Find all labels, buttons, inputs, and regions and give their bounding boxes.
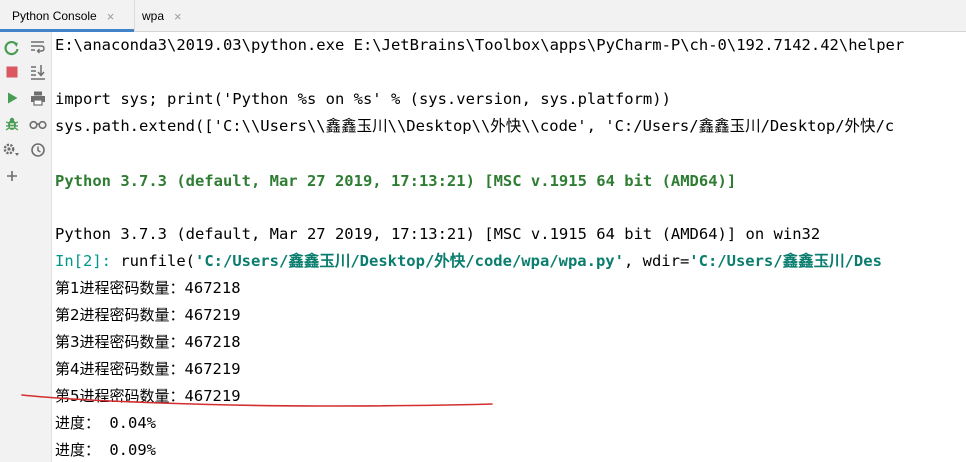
close-icon[interactable]: × [174,9,182,24]
rerun-icon[interactable] [2,38,22,58]
count-value: 467219 [184,387,241,405]
console-prompt: In[2]: [55,252,111,270]
runfile-path: 'C:/Users/鑫鑫玉川/Desktop/外快/code/wpa/wpa.p… [195,252,624,270]
count-label: 第1进程密码数量： [55,279,185,297]
console-line-runfile: In[2]: runfile('C:/Users/鑫鑫玉川/Desktop/外快… [55,250,882,272]
console-line-path-extend: sys.path.extend(['C:\\Users\\鑫鑫玉川\\Deskt… [55,117,895,135]
tab-bar: Python Console × wpa × [0,0,966,32]
progress-label: 进度： [55,441,101,459]
left-toolbar [0,32,24,462]
progress-label: 进度： [55,414,101,432]
tab-label: wpa [142,9,165,23]
tab-label: Python Console [12,9,97,23]
count-value: 467218 [184,279,241,297]
count-value: 467219 [184,360,241,378]
settings-icon[interactable] [0,140,22,160]
progress-value: 0.09% [100,441,157,459]
runfile-wdir-path: 'C:/Users/鑫鑫玉川/Des [689,252,882,270]
count-value: 467219 [184,306,241,324]
count-line: 第5进程密码数量：467219 [55,385,241,407]
console-output[interactable]: E:\anaconda3\2019.03\python.exe E:\JetBr… [55,32,966,462]
history-icon[interactable] [28,140,48,160]
count-value: 467218 [184,333,241,351]
console-line-python-info: Python 3.7.3 (default, Mar 27 2019, 17:1… [55,225,821,243]
debug-icon[interactable] [2,114,22,134]
count-label: 第4进程密码数量： [55,360,185,378]
count-label: 第5进程密码数量： [55,387,185,405]
run-icon[interactable] [2,88,22,108]
count-line: 第1进程密码数量：467218 [55,277,241,299]
tab-python-console[interactable]: Python Console × [0,0,134,32]
console-line-python-version: Python 3.7.3 (default, Mar 27 2019, 17:1… [55,172,737,190]
close-icon[interactable]: × [107,9,115,24]
count-line: 第4进程密码数量：467219 [55,358,241,380]
print-icon[interactable] [28,88,48,108]
tab-wpa[interactable]: wpa × [134,0,200,32]
console-line-import: import sys; print('Python %s on %s' % (s… [55,90,671,108]
show-variables-icon[interactable] [28,114,48,134]
runfile-call: runfile( [111,252,195,270]
progress-line: 进度： 0.04% [55,412,156,434]
console-line-command: E:\anaconda3\2019.03\python.exe E:\JetBr… [55,36,905,54]
progress-value: 0.04% [100,414,157,432]
stop-icon[interactable] [2,62,22,82]
scroll-to-end-icon[interactable] [28,62,48,82]
console-toolbar [24,32,52,462]
count-line: 第3进程密码数量：467218 [55,331,241,353]
progress-line: 进度： 0.09% [55,439,156,461]
count-label: 第2进程密码数量： [55,306,185,324]
count-line: 第2进程密码数量：467219 [55,304,241,326]
soft-wrap-icon[interactable] [28,37,48,57]
add-icon[interactable] [2,166,22,186]
count-label: 第3进程密码数量： [55,333,185,351]
runfile-wdir-arg: , wdir= [623,252,690,270]
